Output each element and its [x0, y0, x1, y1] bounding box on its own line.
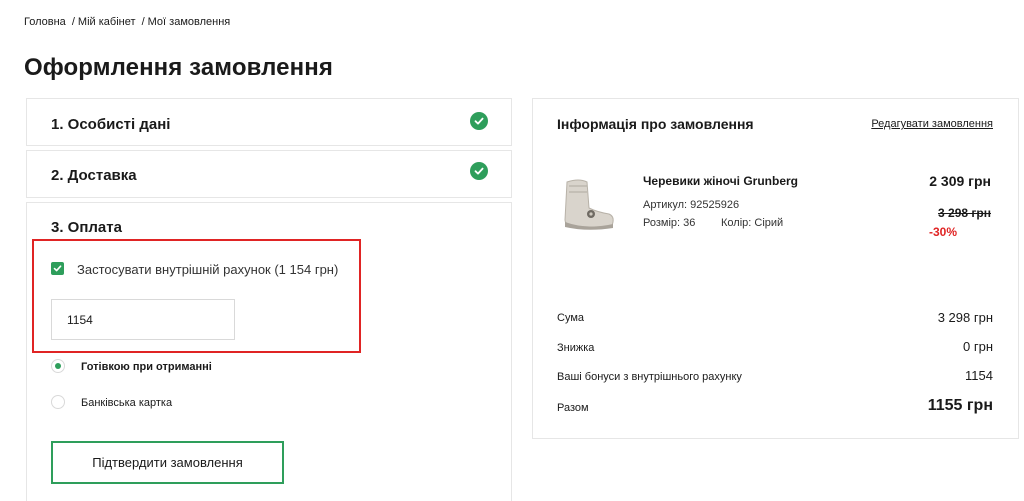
summary-title: Інформація про замовлення: [557, 116, 754, 132]
bonus-value: 1154: [965, 368, 993, 383]
radio-cash-on-delivery[interactable]: [51, 359, 65, 373]
product-image: [564, 179, 614, 230]
radio-card-label[interactable]: Банківська картка: [81, 397, 172, 409]
step-personal-title: 1. Особисті дані: [51, 116, 171, 133]
product-size: Розмір: 36: [643, 217, 696, 229]
apply-balance-label[interactable]: Застосувати внутрішній рахунок (1 154 гр…: [77, 262, 338, 277]
bonus-label: Ваші бонуси з внутрішнього рахунку: [557, 371, 742, 383]
check-circle-icon: [470, 112, 488, 130]
confirm-order-button[interactable]: Підтвердити замовлення: [51, 441, 284, 484]
product-name[interactable]: Черевики жіночі Grunberg: [643, 174, 798, 188]
breadcrumb-separator: /: [71, 16, 75, 28]
breadcrumb-cabinet[interactable]: Мій кабінет: [78, 16, 136, 28]
discount-label: Знижка: [557, 342, 595, 354]
page-title: Оформлення замовлення: [24, 54, 333, 81]
product-article: Артикул: 92525926: [643, 199, 740, 211]
product-old-price: 3 298 грн: [938, 206, 991, 220]
radio-bank-card[interactable]: [51, 395, 65, 409]
total-label: Разом: [557, 402, 589, 414]
check-circle-icon: [470, 162, 488, 180]
step-delivery-title: 2. Доставка: [51, 167, 137, 184]
step-payment-title: 3. Оплата: [51, 219, 122, 236]
radio-cash-label[interactable]: Готівкою при отриманні: [81, 361, 212, 373]
step-delivery[interactable]: 2. Доставка: [26, 150, 512, 198]
product-price: 2 309 грн: [929, 173, 991, 189]
balance-amount-input[interactable]: [51, 299, 235, 340]
apply-balance-checkbox[interactable]: [51, 262, 64, 275]
product-discount-badge: -30%: [928, 225, 957, 239]
order-summary: Інформація про замовлення Редагувати зам…: [532, 98, 1019, 439]
breadcrumb-separator: /: [141, 16, 145, 28]
breadcrumb: Головна / Мій кабінет / Мої замовлення: [24, 16, 230, 28]
sum-label: Сума: [557, 312, 585, 324]
breadcrumb-orders[interactable]: Мої замовлення: [148, 16, 231, 28]
sum-value: 3 298 грн: [937, 310, 993, 325]
discount-value: 0 грн: [963, 339, 993, 354]
edit-order-link[interactable]: Редагувати замовлення: [871, 118, 993, 130]
breadcrumb-home[interactable]: Головна: [24, 16, 66, 28]
step-personal-data[interactable]: 1. Особисті дані: [26, 98, 512, 146]
product-color: Колір: Сірий: [721, 217, 784, 229]
total-value: 1155 грн: [927, 397, 993, 414]
